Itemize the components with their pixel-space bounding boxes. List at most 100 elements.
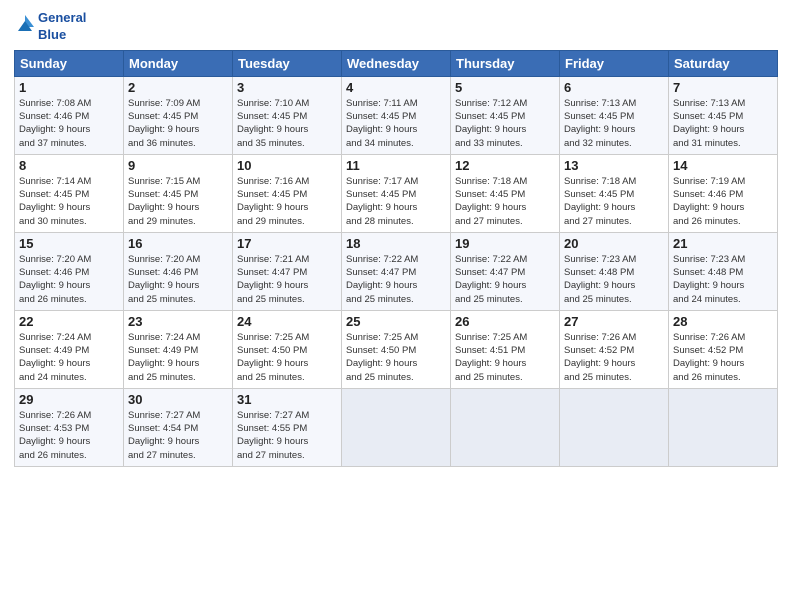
day-info: Sunrise: 7:26 AM Sunset: 4:52 PM Dayligh… [673, 331, 773, 384]
day-number: 10 [237, 158, 337, 173]
logo-line1: General [38, 10, 86, 27]
week-row-1: 1 Sunrise: 7:08 AM Sunset: 4:46 PM Daylig… [15, 76, 778, 154]
week-row-4: 22 Sunrise: 7:24 AM Sunset: 4:49 PM Dayli… [15, 310, 778, 388]
day-cell: 4 Sunrise: 7:11 AM Sunset: 4:45 PM Daylig… [342, 76, 451, 154]
day-cell: 5 Sunrise: 7:12 AM Sunset: 4:45 PM Daylig… [451, 76, 560, 154]
day-info: Sunrise: 7:18 AM Sunset: 4:45 PM Dayligh… [564, 175, 664, 228]
day-number: 17 [237, 236, 337, 251]
day-info: Sunrise: 7:11 AM Sunset: 4:45 PM Dayligh… [346, 97, 446, 150]
day-cell: 2 Sunrise: 7:09 AM Sunset: 4:45 PM Daylig… [124, 76, 233, 154]
logo-text: General Blue [38, 10, 86, 44]
page: General Blue SundayMondayTuesdayWednesda… [0, 0, 792, 612]
day-info: Sunrise: 7:18 AM Sunset: 4:45 PM Dayligh… [455, 175, 555, 228]
day-cell: 27Sunrise: 7:26 AM Sunset: 4:52 PM Dayli… [560, 310, 669, 388]
day-info: Sunrise: 7:24 AM Sunset: 4:49 PM Dayligh… [128, 331, 228, 384]
day-cell: 25 Sunrise: 7:25 AM Sunset: 4:50 PM Dayli… [342, 310, 451, 388]
day-cell: 10 Sunrise: 7:16 AM Sunset: 4:45 PM Dayli… [233, 154, 342, 232]
day-info: Sunrise: 7:14 AM Sunset: 4:45 PM Dayligh… [19, 175, 119, 228]
day-number: 18 [346, 236, 446, 251]
day-cell: 22 Sunrise: 7:24 AM Sunset: 4:49 PM Dayli… [15, 310, 124, 388]
day-info: Sunrise: 7:13 AM Sunset: 4:45 PM Dayligh… [673, 97, 773, 150]
header-row: SundayMondayTuesdayWednesdayThursdayFrid… [15, 50, 778, 76]
header-cell-saturday: Saturday [669, 50, 778, 76]
day-info: Sunrise: 7:10 AM Sunset: 4:45 PM Dayligh… [237, 97, 337, 150]
day-number: 13 [564, 158, 664, 173]
day-number: 16 [128, 236, 228, 251]
day-info: Sunrise: 7:22 AM Sunset: 4:47 PM Dayligh… [455, 253, 555, 306]
day-cell: 24 Sunrise: 7:25 AM Sunset: 4:50 PM Dayli… [233, 310, 342, 388]
day-number: 2 [128, 80, 228, 95]
header-cell-tuesday: Tuesday [233, 50, 342, 76]
day-info: Sunrise: 7:20 AM Sunset: 4:46 PM Dayligh… [19, 253, 119, 306]
day-cell: 16 Sunrise: 7:20 AM Sunset: 4:46 PM Dayli… [124, 232, 233, 310]
day-info: Sunrise: 7:13 AM Sunset: 4:45 PM Dayligh… [564, 97, 664, 150]
day-number: 19 [455, 236, 555, 251]
week-row-5: 29Sunrise: 7:26 AM Sunset: 4:53 PM Dayli… [15, 388, 778, 466]
day-cell: 29Sunrise: 7:26 AM Sunset: 4:53 PM Dayli… [15, 388, 124, 466]
day-number: 14 [673, 158, 773, 173]
logo: General Blue [14, 10, 86, 44]
day-info: Sunrise: 7:27 AM Sunset: 4:54 PM Dayligh… [128, 409, 228, 462]
day-cell: 15 Sunrise: 7:20 AM Sunset: 4:46 PM Dayli… [15, 232, 124, 310]
day-cell: 30 Sunrise: 7:27 AM Sunset: 4:54 PM Dayli… [124, 388, 233, 466]
day-cell: 21 Sunrise: 7:23 AM Sunset: 4:48 PM Dayli… [669, 232, 778, 310]
header-cell-wednesday: Wednesday [342, 50, 451, 76]
day-info: Sunrise: 7:21 AM Sunset: 4:47 PM Dayligh… [237, 253, 337, 306]
day-info: Sunrise: 7:08 AM Sunset: 4:46 PM Dayligh… [19, 97, 119, 150]
day-cell [451, 388, 560, 466]
day-number: 22 [19, 314, 119, 329]
day-number: 28 [673, 314, 773, 329]
day-cell: 23 Sunrise: 7:24 AM Sunset: 4:49 PM Dayli… [124, 310, 233, 388]
day-number: 26 [455, 314, 555, 329]
day-info: Sunrise: 7:25 AM Sunset: 4:50 PM Dayligh… [237, 331, 337, 384]
day-number: 9 [128, 158, 228, 173]
day-cell: 7Sunrise: 7:13 AM Sunset: 4:45 PM Daylig… [669, 76, 778, 154]
day-info: Sunrise: 7:23 AM Sunset: 4:48 PM Dayligh… [564, 253, 664, 306]
day-cell: 1 Sunrise: 7:08 AM Sunset: 4:46 PM Daylig… [15, 76, 124, 154]
day-cell: 14Sunrise: 7:19 AM Sunset: 4:46 PM Dayli… [669, 154, 778, 232]
day-info: Sunrise: 7:27 AM Sunset: 4:55 PM Dayligh… [237, 409, 337, 462]
header-cell-thursday: Thursday [451, 50, 560, 76]
day-info: Sunrise: 7:22 AM Sunset: 4:47 PM Dayligh… [346, 253, 446, 306]
day-number: 24 [237, 314, 337, 329]
day-info: Sunrise: 7:09 AM Sunset: 4:45 PM Dayligh… [128, 97, 228, 150]
day-info: Sunrise: 7:20 AM Sunset: 4:46 PM Dayligh… [128, 253, 228, 306]
week-row-2: 8 Sunrise: 7:14 AM Sunset: 4:45 PM Daylig… [15, 154, 778, 232]
logo-container: General Blue [14, 10, 86, 44]
header-cell-monday: Monday [124, 50, 233, 76]
day-cell: 31 Sunrise: 7:27 AM Sunset: 4:55 PM Dayli… [233, 388, 342, 466]
day-cell: 17 Sunrise: 7:21 AM Sunset: 4:47 PM Dayli… [233, 232, 342, 310]
day-number: 3 [237, 80, 337, 95]
day-number: 25 [346, 314, 446, 329]
logo-icon [14, 13, 36, 41]
logo-line2: Blue [38, 27, 86, 44]
day-info: Sunrise: 7:16 AM Sunset: 4:45 PM Dayligh… [237, 175, 337, 228]
day-number: 30 [128, 392, 228, 407]
day-cell: 8 Sunrise: 7:14 AM Sunset: 4:45 PM Daylig… [15, 154, 124, 232]
day-info: Sunrise: 7:15 AM Sunset: 4:45 PM Dayligh… [128, 175, 228, 228]
day-number: 12 [455, 158, 555, 173]
day-cell: 3 Sunrise: 7:10 AM Sunset: 4:45 PM Daylig… [233, 76, 342, 154]
day-number: 11 [346, 158, 446, 173]
day-number: 6 [564, 80, 664, 95]
day-number: 21 [673, 236, 773, 251]
header: General Blue [14, 10, 778, 44]
day-number: 5 [455, 80, 555, 95]
day-info: Sunrise: 7:23 AM Sunset: 4:48 PM Dayligh… [673, 253, 773, 306]
day-info: Sunrise: 7:25 AM Sunset: 4:51 PM Dayligh… [455, 331, 555, 384]
day-number: 15 [19, 236, 119, 251]
day-number: 8 [19, 158, 119, 173]
day-cell [560, 388, 669, 466]
day-info: Sunrise: 7:24 AM Sunset: 4:49 PM Dayligh… [19, 331, 119, 384]
day-info: Sunrise: 7:12 AM Sunset: 4:45 PM Dayligh… [455, 97, 555, 150]
day-number: 4 [346, 80, 446, 95]
day-number: 31 [237, 392, 337, 407]
day-info: Sunrise: 7:26 AM Sunset: 4:52 PM Dayligh… [564, 331, 664, 384]
day-number: 1 [19, 80, 119, 95]
header-cell-friday: Friday [560, 50, 669, 76]
day-info: Sunrise: 7:25 AM Sunset: 4:50 PM Dayligh… [346, 331, 446, 384]
header-cell-sunday: Sunday [15, 50, 124, 76]
day-cell: 20Sunrise: 7:23 AM Sunset: 4:48 PM Dayli… [560, 232, 669, 310]
day-number: 23 [128, 314, 228, 329]
day-info: Sunrise: 7:17 AM Sunset: 4:45 PM Dayligh… [346, 175, 446, 228]
